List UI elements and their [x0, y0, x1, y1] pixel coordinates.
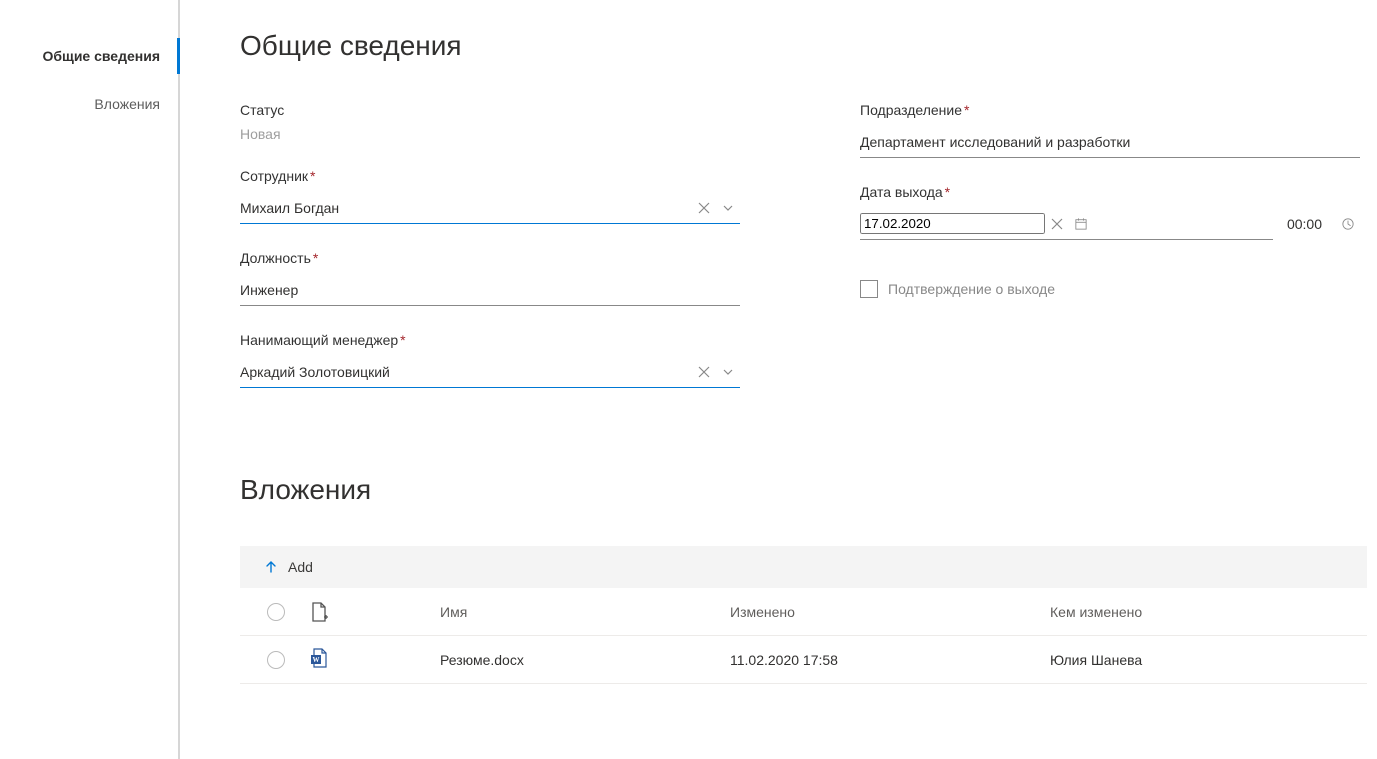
- field-department: Подразделение*: [860, 102, 1360, 158]
- sidebar-item-label: Вложения: [94, 96, 160, 112]
- table-row[interactable]: W Резюме.docx 11.02.2020 17:58 Юлия Шане…: [240, 636, 1367, 684]
- file-icon: [310, 602, 328, 622]
- exit-time-value: 00:00: [1287, 216, 1322, 232]
- field-exit-date: Дата выхода* 00:00: [860, 184, 1360, 240]
- sidebar-item-attachments[interactable]: Вложения: [0, 80, 178, 128]
- chevron-down-icon[interactable]: [716, 202, 740, 214]
- required-marker: *: [945, 184, 950, 200]
- form-area: Статус Новая Сотрудник*: [240, 102, 1367, 414]
- required-marker: *: [400, 332, 405, 348]
- department-input-wrap[interactable]: [860, 126, 1360, 158]
- exit-date-label: Дата выхода*: [860, 184, 1360, 200]
- required-marker: *: [310, 168, 315, 184]
- row-file-name[interactable]: Резюме.docx: [440, 652, 730, 668]
- attachments-title: Вложения: [240, 474, 1367, 506]
- position-label: Должность*: [240, 250, 740, 266]
- main-content: Общие сведения Статус Новая Сотрудник*: [180, 0, 1377, 759]
- clear-icon[interactable]: [1045, 218, 1069, 230]
- chevron-down-icon[interactable]: [716, 366, 740, 378]
- select-all-circle[interactable]: [267, 603, 285, 621]
- attachments-add-button[interactable]: Add: [240, 546, 1367, 588]
- field-status: Статус Новая: [240, 102, 740, 142]
- hiring-manager-input[interactable]: [240, 360, 692, 384]
- status-label: Статус: [240, 102, 740, 118]
- row-modified-by: Юлия Шанева: [1050, 652, 1355, 668]
- sidebar-item-label: Общие сведения: [42, 48, 160, 64]
- department-label: Подразделение*: [860, 102, 1360, 118]
- hiring-manager-label: Нанимающий менеджер*: [240, 332, 740, 348]
- svg-text:W: W: [313, 656, 320, 664]
- sidebar: Общие сведения Вложения: [0, 0, 180, 759]
- row-select-cell[interactable]: [252, 651, 300, 669]
- employee-label: Сотрудник*: [240, 168, 740, 184]
- position-input-wrap[interactable]: [240, 274, 740, 306]
- field-hiring-manager: Нанимающий менеджер*: [240, 332, 740, 388]
- attachments-header-row: Имя Изменено Кем изменено: [240, 588, 1367, 636]
- field-employee: Сотрудник*: [240, 168, 740, 224]
- attachments-section: Вложения Add Имя: [240, 474, 1367, 684]
- calendar-icon[interactable]: [1069, 218, 1093, 230]
- required-marker: *: [313, 250, 318, 266]
- form-column-left: Статус Новая Сотрудник*: [240, 102, 740, 414]
- attachments-table: Имя Изменено Кем изменено W Резюме.docx …: [240, 588, 1367, 684]
- hiring-manager-picker[interactable]: [240, 356, 740, 388]
- form-column-right: Подразделение* Дата выхода*: [860, 102, 1360, 414]
- col-header-modified[interactable]: Изменено: [730, 604, 1050, 620]
- exit-date-input[interactable]: [860, 213, 1045, 234]
- position-input[interactable]: [240, 278, 740, 302]
- status-value: Новая: [240, 126, 740, 142]
- confirm-exit-checkbox[interactable]: [860, 280, 878, 298]
- employee-picker[interactable]: [240, 192, 740, 224]
- clear-icon[interactable]: [692, 202, 716, 214]
- exit-date-row: 00:00: [860, 208, 1360, 240]
- upload-icon: [264, 560, 278, 574]
- col-header-name[interactable]: Имя: [440, 604, 730, 620]
- exit-date-input-wrap[interactable]: [860, 208, 1273, 240]
- field-position: Должность*: [240, 250, 740, 306]
- row-select-circle[interactable]: [267, 651, 285, 669]
- col-header-modified-by[interactable]: Кем изменено: [1050, 604, 1355, 620]
- confirm-exit-label: Подтверждение о выходе: [888, 281, 1055, 297]
- employee-input[interactable]: [240, 196, 692, 220]
- field-confirm-exit[interactable]: Подтверждение о выходе: [860, 280, 1360, 298]
- page-title: Общие сведения: [240, 30, 1367, 62]
- row-modified: 11.02.2020 17:58: [730, 652, 1050, 668]
- word-file-icon: W: [310, 648, 328, 671]
- add-label: Add: [288, 559, 313, 575]
- page-root: Общие сведения Вложения Общие сведения С…: [0, 0, 1377, 759]
- clock-icon[interactable]: [1336, 218, 1360, 230]
- file-type-header: [300, 602, 440, 622]
- department-input[interactable]: [860, 130, 1360, 154]
- required-marker: *: [964, 102, 969, 118]
- row-file-icon-cell: W: [300, 648, 440, 671]
- clear-icon[interactable]: [692, 366, 716, 378]
- sidebar-item-general[interactable]: Общие сведения: [0, 32, 178, 80]
- select-all-cell[interactable]: [252, 603, 300, 621]
